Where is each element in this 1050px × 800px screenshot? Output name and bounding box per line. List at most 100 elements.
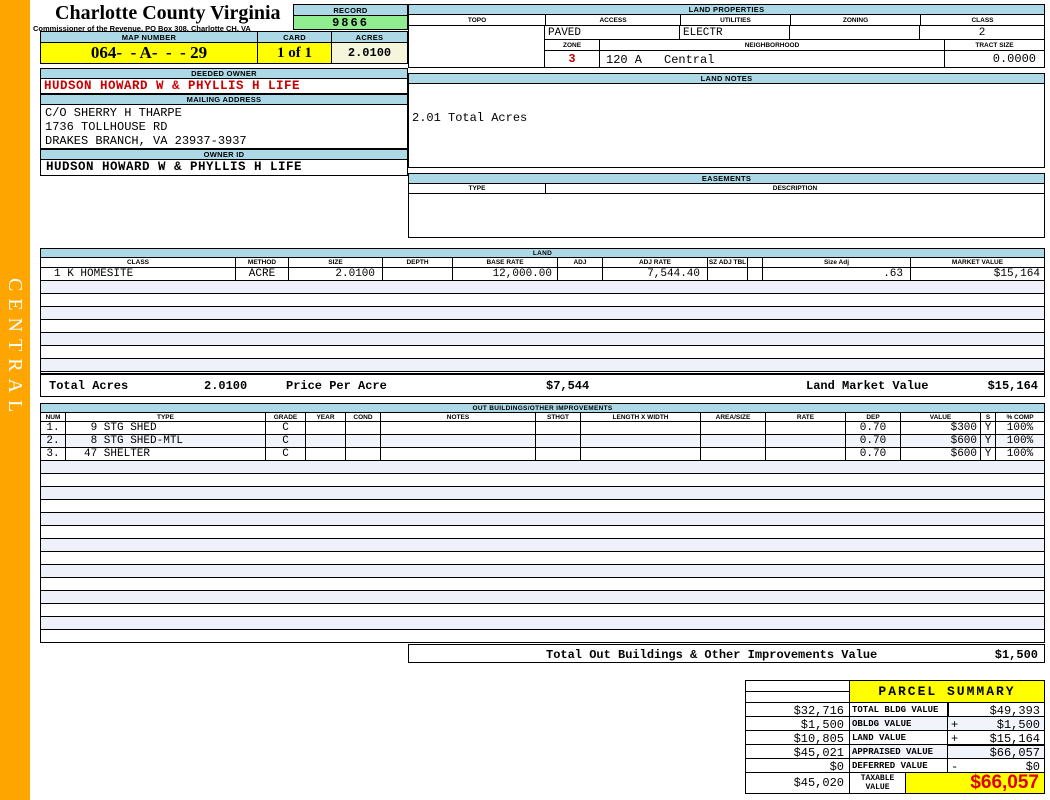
ob-num: 2.	[41, 435, 66, 447]
land-empty-rows	[40, 281, 1045, 374]
class-col-label: CLASS	[971, 16, 994, 24]
card-value: 1 of 1	[257, 42, 332, 64]
land-col-size: SIZE	[289, 258, 383, 267]
topo-col-label: TOPO	[409, 15, 546, 25]
land-col-blank	[748, 258, 763, 267]
ob-pct-comp: 100%	[1006, 422, 1034, 434]
ps-label-total-bldg: TOTAL BLDG VALUE	[849, 702, 948, 717]
land-adj-rate: 7,544.40	[603, 268, 708, 280]
ob-row-2: 2. 8 STG SHED-MTL C 0.70 $600 Y 100%	[40, 435, 1045, 448]
land-sz-adj-tbl	[708, 268, 748, 280]
ob-grade: C	[266, 435, 306, 447]
deeded-owner-value: HUDSON HOWARD W & PHYLLIS H LIFE	[40, 79, 408, 94]
ob-col-sthgt: STHGT	[536, 413, 581, 421]
ob-type: 9 STG SHED	[66, 422, 266, 434]
ob-total-value: $1,500	[994, 648, 1038, 662]
ob-col-notes: NOTES	[381, 413, 536, 421]
neighborhood-code: 120 A	[606, 53, 643, 67]
ps-label-appraised: APPRAISED VALUE	[849, 744, 948, 759]
land-properties-values: PAVED ELECTR 2	[545, 26, 1045, 40]
out-buildings-header: NUM TYPE GRADE YEAR COND NOTES STHGT LEN…	[40, 413, 1045, 422]
zoning-value	[790, 26, 920, 39]
ob-empty-rows	[40, 461, 1045, 643]
easements-box	[408, 194, 1045, 238]
ob-value: $300	[901, 422, 981, 434]
land-method: ACRE	[236, 268, 289, 280]
ob-dep: 0.70	[846, 448, 901, 460]
ps-label-land: LAND VALUE	[849, 730, 948, 745]
ob-row-3: 3. 47 SHELTER C 0.70 $600 Y 100%	[40, 448, 1045, 461]
ob-col-rate: RATE	[766, 413, 846, 421]
ob-s: Y	[981, 422, 996, 434]
ob-type: 47 SHELTER	[66, 448, 266, 460]
ob-col-grade: GRADE	[266, 413, 306, 421]
address-line-3: DRAKES BRANCH, VA 23937-3937	[45, 134, 247, 148]
land-notes-text: 2.01 Total Acres	[412, 111, 528, 125]
land-table-title: LAND	[40, 248, 1045, 258]
land-class: 1 K HOMESITE	[41, 268, 236, 280]
address-line-1: C/O SHERRY H THARPE	[45, 106, 182, 120]
easements-title: EASEMENTS	[408, 173, 1045, 184]
ob-total-label: Total Out Buildings & Other Improvements…	[546, 648, 878, 662]
district-sidebar: CENTRAL	[0, 0, 30, 800]
access-value: PAVED	[545, 26, 680, 39]
land-depth	[383, 268, 453, 280]
land-col-size-adj: Size Adj	[763, 258, 911, 267]
ob-col-length-width: LENGTH X WIDTH	[581, 413, 701, 421]
price-per-acre-label: Price Per Acre	[286, 379, 387, 393]
ob-s: Y	[981, 448, 996, 460]
tract-size-value: 0.0000	[992, 52, 1036, 66]
ob-num: 3.	[41, 448, 66, 460]
tract-size-col-label: TRACT SIZE	[975, 41, 1014, 49]
ps-label-taxable: TAXABLE VALUE	[849, 772, 906, 794]
ob-col-cond: COND	[346, 413, 381, 421]
land-notes-title: LAND NOTES	[408, 73, 1045, 84]
acres-value: 2.0100	[331, 42, 408, 64]
easements-header: TYPE DESCRIPTION	[408, 184, 1045, 194]
land-col-adj: ADJ	[558, 258, 603, 267]
ps-prev-land: $10,805	[745, 730, 850, 745]
ob-col-area-size: AREA/SIZE	[701, 413, 766, 421]
total-acres-label: Total Acres	[49, 379, 129, 393]
land-col-depth: DEPTH	[383, 258, 453, 267]
zoning-col-label: ZONING	[791, 15, 921, 25]
zone-header-row: ZONE NEIGHBORHOOD TRACT SIZE	[545, 40, 1045, 51]
ob-col-num: NUM	[41, 413, 66, 421]
zone-value: 3	[545, 51, 600, 67]
land-base-rate: 12,000.00	[453, 268, 558, 280]
owner-id-label: OWNER ID	[40, 149, 408, 160]
zone-col-label: ZONE	[545, 40, 600, 50]
property-record-card: CENTRAL Charlotte County Virginia Commis…	[0, 0, 1050, 800]
ps-prev-deferred: $0	[745, 758, 850, 773]
land-properties-header: TOPO ACCESS UTILITIES ZONING CLASS	[408, 15, 1045, 26]
land-size-adj: .63	[763, 268, 911, 280]
price-per-acre-value: $7,544	[546, 379, 590, 393]
ob-dep: 0.70	[846, 435, 901, 447]
ps-prev-obldg: $1,500	[745, 716, 850, 731]
land-size: 2.0100	[289, 268, 383, 280]
easement-type-label: TYPE	[409, 184, 546, 193]
utilities-col-label: UTILITIES	[681, 15, 791, 25]
deeded-owner-label: DEEDED OWNER	[40, 68, 408, 79]
land-col-class: CLASS	[41, 258, 236, 267]
address-line-2: 1736 TOLLHOUSE RD	[45, 120, 168, 134]
ob-col-dep: DEP	[846, 413, 901, 421]
land-row: 1 K HOMESITE ACRE 2.0100 12,000.00 7,544…	[40, 268, 1045, 281]
land-col-method: METHOD	[236, 258, 289, 267]
parcel-summary-title: PARCEL SUMMARY	[849, 680, 1045, 703]
land-table-header: CLASS METHOD SIZE DEPTH BASE RATE ADJ AD…	[40, 258, 1045, 268]
ps-taxable-value: $66,057	[905, 772, 1045, 794]
ob-total-row: Total Out Buildings & Other Improvements…	[408, 644, 1045, 663]
neighborhood-name: Central	[664, 53, 715, 67]
owner-id-value: HUDSON HOWARD W & PHYLLIS H LIFE	[40, 160, 408, 176]
ob-col-s: S	[981, 413, 996, 421]
land-totals-row: Total Acres 2.0100 Price Per Acre $7,544…	[40, 374, 1045, 397]
ob-value: $600	[901, 435, 981, 447]
land-col-adj-rate: ADJ RATE	[603, 258, 708, 267]
land-adj	[558, 268, 603, 280]
ob-pct-comp: 100%	[1006, 448, 1034, 460]
access-col-label: ACCESS	[546, 15, 681, 25]
map-number-value: 064- - A- - - 29	[40, 42, 258, 64]
out-buildings-title: OUT BUILDINGS/OTHER IMPROVEMENTS	[40, 403, 1045, 413]
land-blank	[748, 268, 763, 280]
